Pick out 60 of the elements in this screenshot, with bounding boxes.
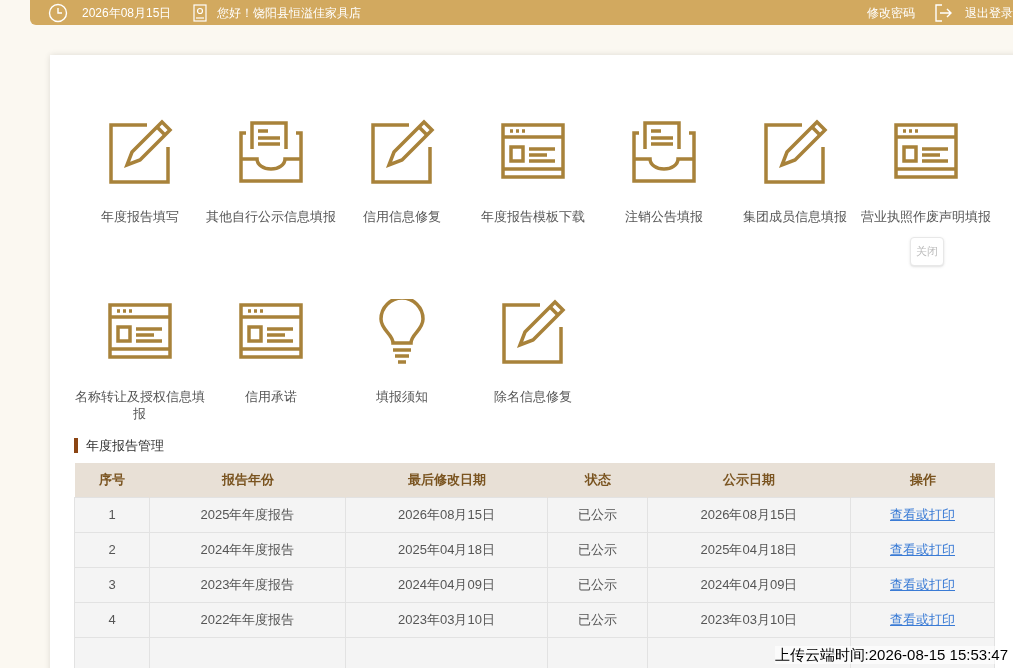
tool-label[interactable]: 营业执照作废声明填报 (860, 208, 991, 225)
user-icon (193, 3, 208, 22)
edit-icon (106, 119, 173, 185)
tool-icon-button[interactable] (761, 119, 828, 185)
table-cell: 2023年03月10日 (345, 602, 548, 638)
table-cell: 2022年年度报告 (149, 602, 346, 638)
column-header: 最后修改日期 (345, 462, 548, 498)
table-cell: 2025年04月18日 (647, 532, 851, 568)
table-cell: 1 (74, 497, 150, 533)
view-print-link[interactable]: 查看或打印 (890, 507, 955, 523)
table-cell: 2023年03月10日 (647, 602, 851, 638)
tool-icon-button[interactable] (368, 119, 435, 185)
tool-label[interactable]: 名称转让及授权信息填报 (74, 388, 205, 422)
table-cell: 已公示 (547, 602, 648, 638)
column-header: 公示日期 (647, 462, 851, 498)
table-cell: 4 (74, 602, 150, 638)
tool-icon-button[interactable] (630, 119, 697, 185)
table-cell: 2 (74, 532, 150, 568)
tool-label[interactable]: 除名信息修复 (467, 388, 598, 405)
tool-label[interactable]: 年度报告填写 (74, 208, 205, 225)
table-cell: 已公示 (547, 567, 648, 603)
table-cell: 2023年年度报告 (149, 567, 346, 603)
view-print-link[interactable]: 查看或打印 (890, 612, 955, 628)
tool-label[interactable]: 年度报告模板下载 (467, 208, 598, 225)
column-header: 序号 (74, 462, 150, 498)
table-cell: 3 (74, 567, 150, 603)
table-cell: 2026年08月15日 (345, 497, 548, 533)
tool-label[interactable]: 注销公告填报 (598, 208, 729, 225)
tool-label[interactable]: 信用承诺 (205, 388, 336, 405)
inbox-tray-icon (630, 119, 697, 185)
tool-label[interactable]: 其他自行公示信息填报 (205, 208, 336, 225)
tool-label[interactable]: 集团成员信息填报 (729, 208, 860, 225)
tool-label[interactable]: 信用信息修复 (336, 208, 467, 225)
column-header: 报告年份 (149, 462, 346, 498)
column-header: 状态 (547, 462, 648, 498)
inbox-tray-icon (237, 119, 304, 185)
table-cell: 已公示 (547, 497, 648, 533)
tool-icon-button[interactable] (106, 119, 173, 185)
table-cell: 2025年04月18日 (345, 532, 548, 568)
edit-icon (761, 119, 828, 185)
tool-label[interactable]: 填报须知 (336, 388, 467, 405)
upload-time-stamp: 上传云端时间:2026-08-15 15:53:47 (774, 646, 1008, 664)
table-cell: 2024年04月09日 (345, 567, 548, 603)
view-print-link[interactable]: 查看或打印 (890, 542, 955, 558)
view-print-link[interactable]: 查看或打印 (890, 577, 955, 593)
logout-icon (935, 3, 953, 22)
current-date: 2026年08月15日 (82, 4, 172, 22)
table-cell: 2024年04月09日 (647, 567, 851, 603)
tool-icon-button[interactable] (499, 299, 566, 365)
table-cell: 2024年年度报告 (149, 532, 346, 568)
section-title: 年度报告管理 (86, 437, 164, 455)
clock-icon (48, 2, 68, 23)
table-cell: 已公示 (547, 532, 648, 568)
edit-icon (368, 119, 435, 185)
table-cell: 2026年08月15日 (647, 497, 851, 533)
column-header: 操作 (850, 462, 995, 498)
greeting-text: 您好！饶阳县恒溢佳家具店 (217, 4, 362, 22)
edit-icon (499, 299, 566, 365)
table-cell: 2025年年度报告 (149, 497, 346, 533)
tool-icon-button[interactable] (237, 119, 304, 185)
